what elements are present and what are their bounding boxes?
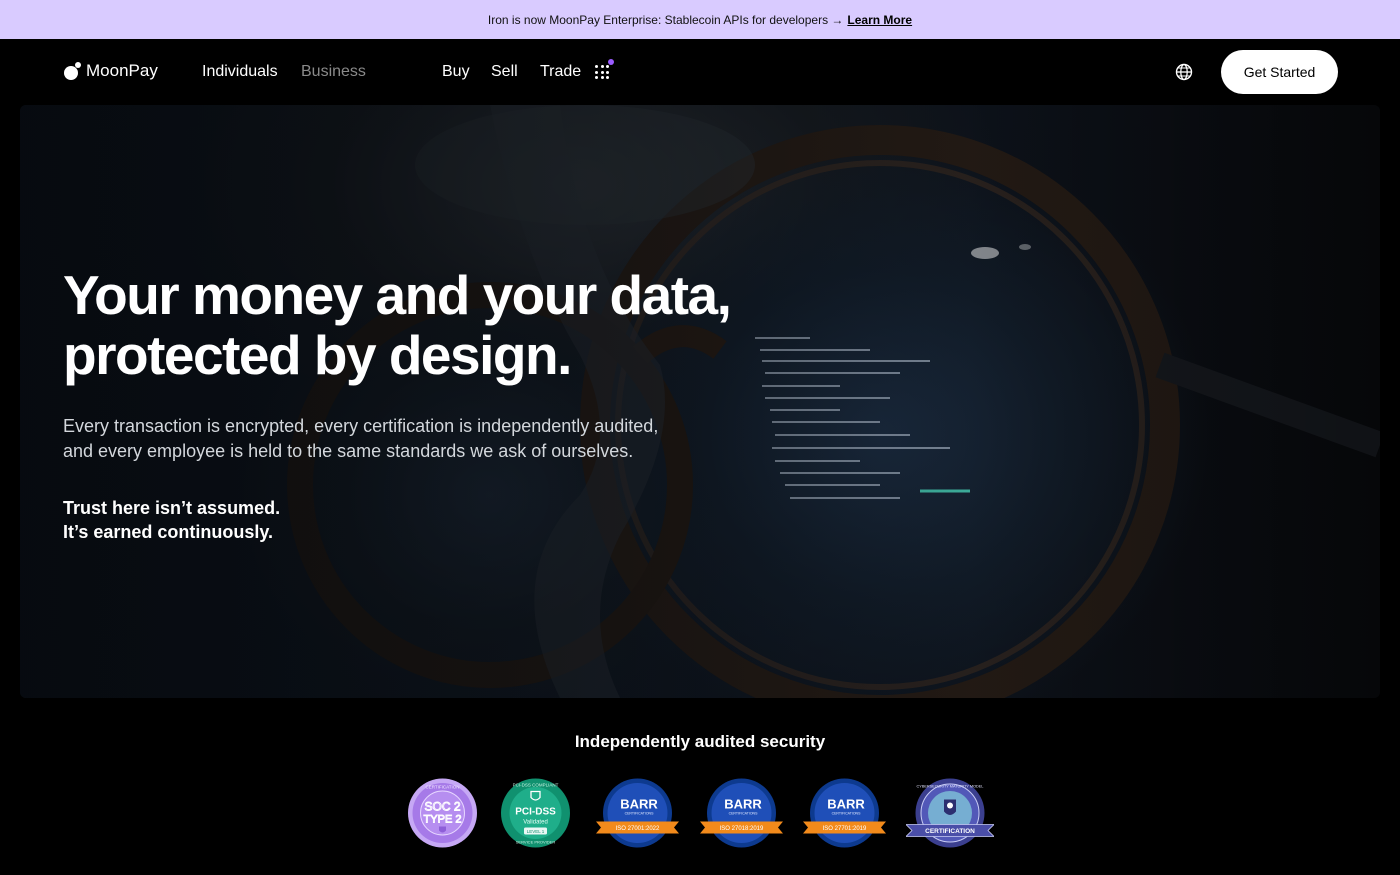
hero-subtitle: Every transaction is encrypted, every ce… (63, 414, 703, 463)
nav-buy[interactable]: Buy (442, 63, 470, 81)
barr-iso27018-badge-icon: BARR CERTIFICATIONS ISO 27018:2019 (700, 778, 783, 848)
moonpay-logo-icon (64, 62, 82, 80)
barr-sub: CERTIFICATIONS (625, 812, 655, 816)
barr-brand: BARR (620, 797, 658, 812)
nav-business[interactable]: Business (301, 63, 366, 81)
pci-badge-top-text: PCI-DSS COMPLIANT (513, 783, 559, 788)
barr-iso27001-badge-icon: BARR CERTIFICATIONS ISO 27001:2022 (596, 778, 679, 848)
notification-dot (608, 59, 614, 65)
soc2-badge-icon: CERTIFICATION SOC 2 TYPE 2 (408, 778, 477, 848)
security-section-title: Independently audited security (574, 732, 826, 751)
barr-ribbon: ISO 27701:2019 (823, 826, 867, 832)
nav-sell[interactable]: Sell (491, 63, 518, 81)
hero-title-line: protected by design. (63, 324, 572, 386)
soc2-badge-top-text: CERTIFICATION (425, 785, 459, 790)
announcement-bar: Iron is now MoonPay Enterprise: Stableco… (0, 0, 1400, 39)
cmmc-ribbon: CERTIFICATION (925, 828, 975, 835)
pci-badge-bottom-text: SERVICE PROVIDER (516, 840, 556, 845)
get-started-button[interactable]: Get Started (1221, 50, 1338, 94)
barr-ribbon: ISO 27001:2022 (616, 826, 660, 832)
barr-brand: BARR (724, 797, 762, 812)
hero-subtitle-line: Every transaction is encrypted, every ce… (63, 416, 659, 436)
hero-section: Your money and your data, protected by d… (20, 105, 1380, 698)
brand-logo[interactable]: MoonPay (64, 61, 158, 81)
pci-dss-badge-icon: PCI-DSS COMPLIANT PCI-DSS Validated LEVE… (501, 778, 570, 848)
barr-sub: CERTIFICATIONS (729, 812, 759, 816)
hero-subtitle-line: and every employee is held to the same s… (63, 440, 634, 461)
cmmc-badge-icon: CYBERSECURITY MATURITY MODEL CERTIFICATI… (906, 778, 994, 848)
announcement-text: Iron is now MoonPay Enterprise: Stableco… (487, 12, 844, 27)
hero-overlay (20, 105, 1380, 698)
cmmc-badge-top-text: CYBERSECURITY MATURITY MODEL (917, 785, 984, 789)
hero-title: Your money and your data, protected by d… (63, 265, 763, 385)
nav-trade[interactable]: Trade (540, 63, 581, 81)
learn-more-link[interactable]: Learn More (847, 13, 912, 27)
barr-iso27701-badge-icon: BARR CERTIFICATIONS ISO 27701:2019 (803, 778, 886, 848)
hero-trust-line: It’s earned continuously. (63, 522, 274, 542)
soc2-badge-line: TYPE 2 (424, 814, 462, 826)
pci-badge-line: LEVEL 1 (527, 829, 545, 834)
barr-sub: CERTIFICATIONS (832, 812, 862, 816)
nav-individuals[interactable]: Individuals (202, 63, 278, 81)
hero-title-line: Your money and your data, (63, 264, 732, 326)
globe-icon[interactable] (1175, 63, 1193, 81)
pci-badge-line: Validated (523, 820, 548, 826)
brand-name: MoonPay (86, 61, 158, 80)
main-nav: MoonPay Individuals Business Buy Sell Tr… (0, 39, 1400, 105)
hero-trust-statement: Trust here isn’t assumed. It’s earned co… (63, 496, 280, 544)
barr-ribbon: ISO 27018:2019 (720, 826, 764, 832)
apps-grid-icon[interactable] (595, 65, 609, 79)
soc2-badge-line: SOC 2 (424, 800, 460, 814)
hero-trust-line: Trust here isn’t assumed. (63, 498, 281, 518)
pci-badge-line: PCI-DSS (515, 807, 556, 818)
barr-brand: BARR (827, 797, 865, 812)
